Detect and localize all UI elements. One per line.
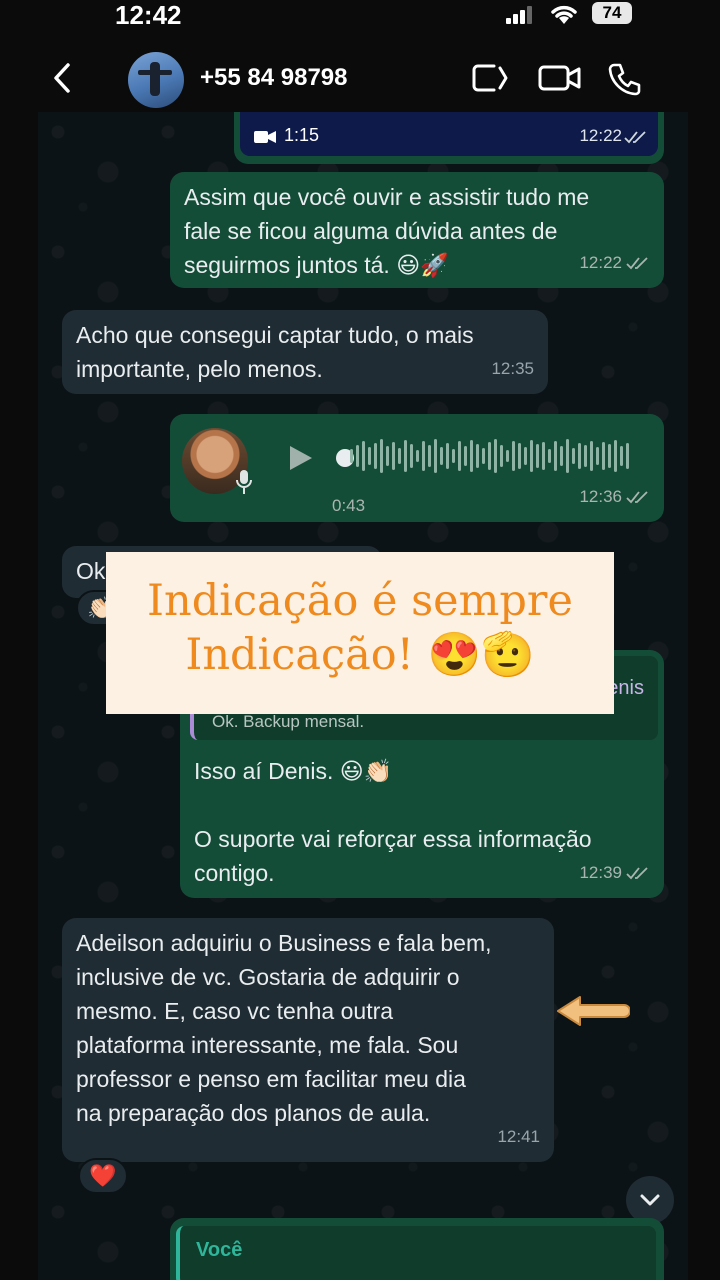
double-check-icon [626,867,648,880]
double-check-icon [626,257,648,270]
scroll-to-bottom-button[interactable] [626,1176,674,1224]
message-time: 12:35 [491,359,534,378]
chat-header: +55 84 98798 [0,40,720,116]
message-time: 12:36 [579,487,622,506]
message-time: 12:22 [579,253,622,272]
wifi-icon [551,5,577,24]
audio-duration: 0:43 [332,496,366,515]
message-reaction[interactable]: ❤️ [78,1158,128,1194]
quoted-message[interactable]: Você [176,1226,656,1280]
message-incoming[interactable]: Acho que consegui captar tudo, o mais im… [62,310,548,394]
contact-avatar[interactable] [128,52,184,108]
caption-overlay: Indicação é sempre Indicação! 😍🫡 [106,552,614,714]
message-meta: 12:41 [497,1120,540,1154]
pointing-arrow-icon [557,996,630,1026]
quoted-text: Ok. Backup mensal. [212,712,365,731]
quoted-author: Você [196,1239,243,1261]
video-time: 12:22 [579,126,622,145]
status-time: 12:42 [115,0,182,30]
message-outgoing[interactable]: Assim que você ouvir e assistir tudo me … [170,172,664,288]
audio-waveform[interactable] [350,438,640,474]
message-incoming[interactable]: Adeilson adquiriu o Business e fala bem,… [62,918,554,1162]
message-outgoing[interactable]: Você [170,1218,664,1280]
signal-icon [506,6,532,24]
battery-indicator: 74 [592,2,632,24]
back-chevron-icon[interactable] [50,62,74,94]
message-meta: 12:35 [491,352,534,386]
status-bar: 12:42 74 [0,0,720,34]
message-time: 12:41 [497,1127,540,1146]
video-duration: 1:15 [284,125,320,145]
play-icon[interactable] [288,444,314,472]
caption-line-1: Indicação é sempre [147,576,573,626]
video-thumbnail[interactable]: 1:15 12:22 [240,112,658,156]
double-check-icon [626,491,648,504]
message-text: Isso aí Denis. 😃👏🏻 O suporte vai reforça… [194,758,592,886]
video-message[interactable]: 1:15 12:22 [234,112,664,164]
message-text: Adeilson adquiriu o Business e fala bem,… [76,930,492,1126]
lens-icon[interactable] [470,62,510,94]
double-check-icon [624,131,646,144]
microphone-icon [236,470,252,494]
message-time: 12:39 [579,863,622,882]
caption-line-2: Indicação! 😍🫡 [185,630,535,680]
message-text: Acho que consegui captar tudo, o mais im… [76,322,474,382]
message-meta: 12:36 [579,480,650,514]
video-camera-icon [254,131,276,143]
video-call-icon[interactable] [538,62,582,94]
message-meta: 12:39 [579,856,650,890]
voice-message[interactable]: 0:43 12:36 [170,414,664,522]
contact-name[interactable]: +55 84 98798 [200,64,368,92]
chevron-down-icon [640,1194,660,1206]
message-meta: 12:22 [579,246,650,280]
phone-icon[interactable] [608,62,642,96]
